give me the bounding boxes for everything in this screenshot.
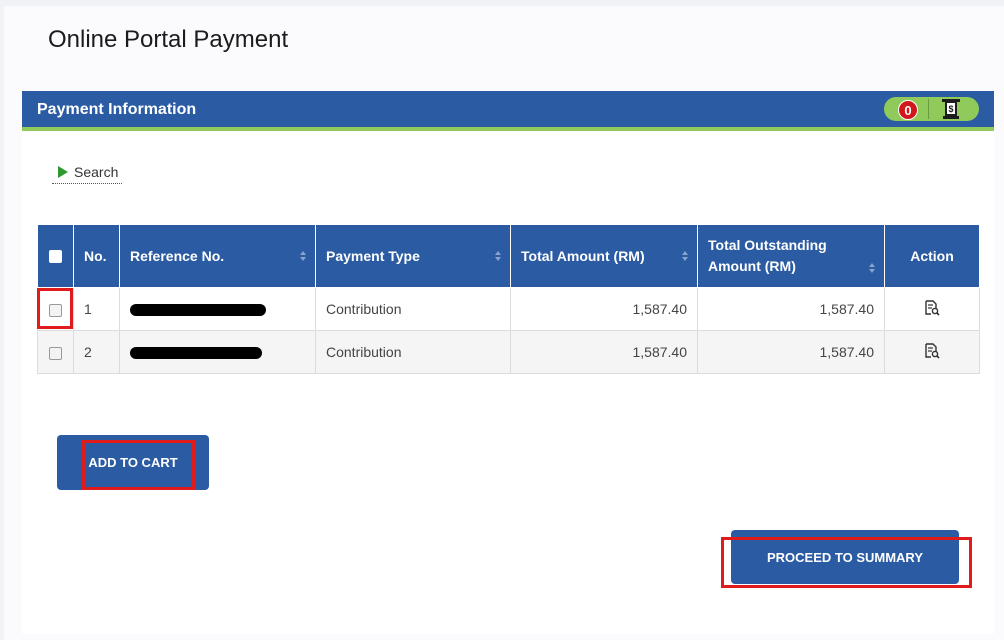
table-row: 1 Contribution 1,587.40 1,587.40: [37, 287, 980, 331]
sort-icon: [869, 263, 875, 273]
cart-divider: [928, 99, 929, 119]
row-no: 1: [73, 287, 120, 331]
row-no: 2: [73, 330, 120, 374]
row-payment-type: Contribution: [315, 287, 511, 331]
play-triangle-icon: [58, 166, 68, 178]
select-all-header: [37, 224, 74, 288]
column-header-reference-label: Reference No.: [130, 247, 225, 264]
document-search-icon[interactable]: [924, 299, 940, 319]
page-title: Online Portal Payment: [48, 26, 289, 53]
panel-header: Payment Information 0 $: [22, 91, 994, 131]
redacted-reference: [130, 304, 266, 317]
column-header-payment-type-label: Payment Type: [326, 247, 420, 264]
proceed-to-summary-button[interactable]: PROCEED TO SUMMARY: [731, 530, 959, 584]
panel-title: Payment Information: [37, 101, 197, 118]
sort-icon: [682, 251, 688, 261]
row-reference: [119, 287, 316, 331]
row-total-amount: 1,587.40: [510, 287, 698, 331]
sort-icon: [495, 251, 501, 261]
row-action-cell: [884, 287, 980, 331]
column-header-total-outstanding[interactable]: Total Outstanding Amount (RM): [697, 224, 885, 288]
cart-button[interactable]: 0 $: [884, 97, 979, 121]
row-checkbox[interactable]: [49, 346, 62, 360]
select-all-checkbox[interactable]: [49, 250, 62, 264]
payment-table: No. Reference No. Payment Type Total Amo…: [37, 224, 980, 374]
column-header-payment-type[interactable]: Payment Type: [315, 224, 511, 288]
row-total-outstanding: 1,587.40: [697, 287, 885, 331]
search-toggle-label: Search: [74, 164, 119, 180]
cart-count-badge: 0: [898, 100, 918, 120]
search-toggle[interactable]: Search: [52, 164, 123, 184]
row-select-cell: [37, 330, 74, 374]
row-total-outstanding: 1,587.40: [697, 330, 885, 374]
row-checkbox[interactable]: [49, 303, 62, 317]
column-header-total-amount-label: Total Amount (RM): [521, 247, 645, 264]
column-header-reference[interactable]: Reference No.: [119, 224, 316, 288]
column-header-action: Action: [884, 224, 980, 288]
cash-register-icon: $: [940, 99, 962, 124]
column-header-total-outstanding-label: Total Outstanding Amount (RM): [708, 237, 827, 274]
table-row: 2 Contribution 1,587.40 1,587.40: [37, 330, 980, 374]
row-reference: [119, 330, 316, 374]
add-to-cart-button[interactable]: ADD TO CART: [57, 435, 209, 490]
column-header-no[interactable]: No.: [73, 224, 120, 288]
row-payment-type: Contribution: [315, 330, 511, 374]
document-search-icon[interactable]: [924, 342, 940, 362]
row-select-cell: [37, 287, 74, 331]
row-action-cell: [884, 330, 980, 374]
svg-text:$: $: [948, 104, 953, 114]
column-header-total-amount[interactable]: Total Amount (RM): [510, 224, 698, 288]
sort-icon: [300, 251, 306, 261]
row-total-amount: 1,587.40: [510, 330, 698, 374]
table-header-row: No. Reference No. Payment Type Total Amo…: [37, 224, 980, 288]
redacted-reference: [130, 347, 262, 360]
